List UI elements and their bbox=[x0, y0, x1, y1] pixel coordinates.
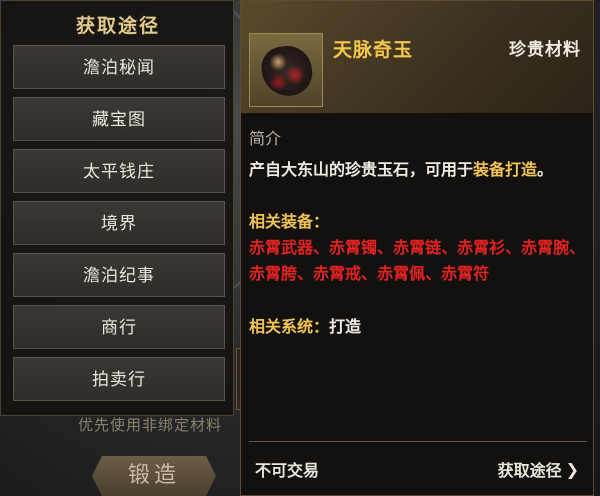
item-icon-frame bbox=[249, 33, 323, 107]
equipment-item: 赤霄符 bbox=[441, 264, 490, 283]
equipment-item: 赤霄佩 bbox=[377, 264, 426, 283]
tradable-status: 不可交易 bbox=[255, 461, 320, 480]
item-name: 天脉奇玉 bbox=[333, 39, 414, 61]
source-button-danbo-chronicle[interactable]: 澹泊纪事 bbox=[13, 253, 225, 297]
related-equipment: 相关装备： 赤霄武器、赤霄镯、赤霄链、赤霄衫、赤霄腕、赤霄胯、赤霄戒、赤霄佩、赤霄… bbox=[249, 212, 586, 283]
related-system-value: 打造 bbox=[329, 317, 362, 336]
item-header: 天脉奇玉 珍贵材料 bbox=[241, 1, 593, 113]
intro-section-label: 简介 bbox=[249, 129, 282, 148]
item-description: 产自大东山的珍贵玉石，可用于装备打造。 bbox=[249, 157, 589, 183]
source-button-danbo-secrets[interactable]: 澹泊秘闻 bbox=[13, 45, 225, 89]
sources-panel: 获取途径 澹泊秘闻 藏宝图 太平钱庄 境界 澹泊纪事 商行 拍卖行 bbox=[0, 0, 234, 416]
source-button-realm[interactable]: 境界 bbox=[13, 201, 225, 245]
source-button-treasure-map[interactable]: 藏宝图 bbox=[13, 97, 225, 141]
equipment-item: 赤霄武器 bbox=[249, 238, 314, 257]
equipment-item: 赤霄戒 bbox=[313, 264, 362, 283]
equipment-item: 赤霄镯 bbox=[329, 238, 378, 257]
related-system: 相关系统：打造 bbox=[249, 313, 361, 337]
equipment-item: 赤霄胯 bbox=[249, 264, 298, 283]
equipment-item: 赤霄链 bbox=[393, 238, 442, 257]
related-equipment-label: 相关装备： bbox=[249, 212, 330, 231]
forge-button[interactable]: 锻造 bbox=[92, 456, 216, 496]
sources-link-label: 获取途径 bbox=[497, 461, 562, 480]
footer-divider bbox=[249, 441, 587, 442]
red-veined-jade-ore-icon bbox=[258, 42, 316, 100]
chevron-right-icon: ❯ bbox=[565, 459, 579, 479]
desc-prefix: 产自大东山的珍贵玉石，可用于 bbox=[249, 160, 474, 179]
desc-suffix: 。 bbox=[537, 160, 554, 179]
item-tooltip-panel: 天脉奇玉 珍贵材料 简介 产自大东山的珍贵玉石，可用于装备打造。 相关装备： 赤霄… bbox=[240, 0, 594, 496]
sources-link[interactable]: 获取途径 ❯ bbox=[498, 457, 579, 481]
related-system-label: 相关系统： bbox=[249, 317, 330, 336]
sources-list: 澹泊秘闻 藏宝图 太平钱庄 境界 澹泊纪事 商行 拍卖行 bbox=[13, 45, 225, 409]
item-category: 珍贵材料 bbox=[509, 40, 581, 60]
source-button-trade-house[interactable]: 商行 bbox=[13, 305, 225, 349]
source-button-taiping-bank[interactable]: 太平钱庄 bbox=[13, 149, 225, 193]
desc-highlight: 装备打造 bbox=[473, 160, 538, 179]
equipment-item: 赤霄腕 bbox=[521, 238, 570, 257]
use-unbound-hint: 优先使用非绑定材料 bbox=[78, 416, 223, 434]
source-button-auction-house[interactable]: 拍卖行 bbox=[13, 357, 225, 401]
sources-title: 获取途径 bbox=[75, 15, 160, 37]
equipment-item: 赤霄衫 bbox=[457, 238, 506, 257]
